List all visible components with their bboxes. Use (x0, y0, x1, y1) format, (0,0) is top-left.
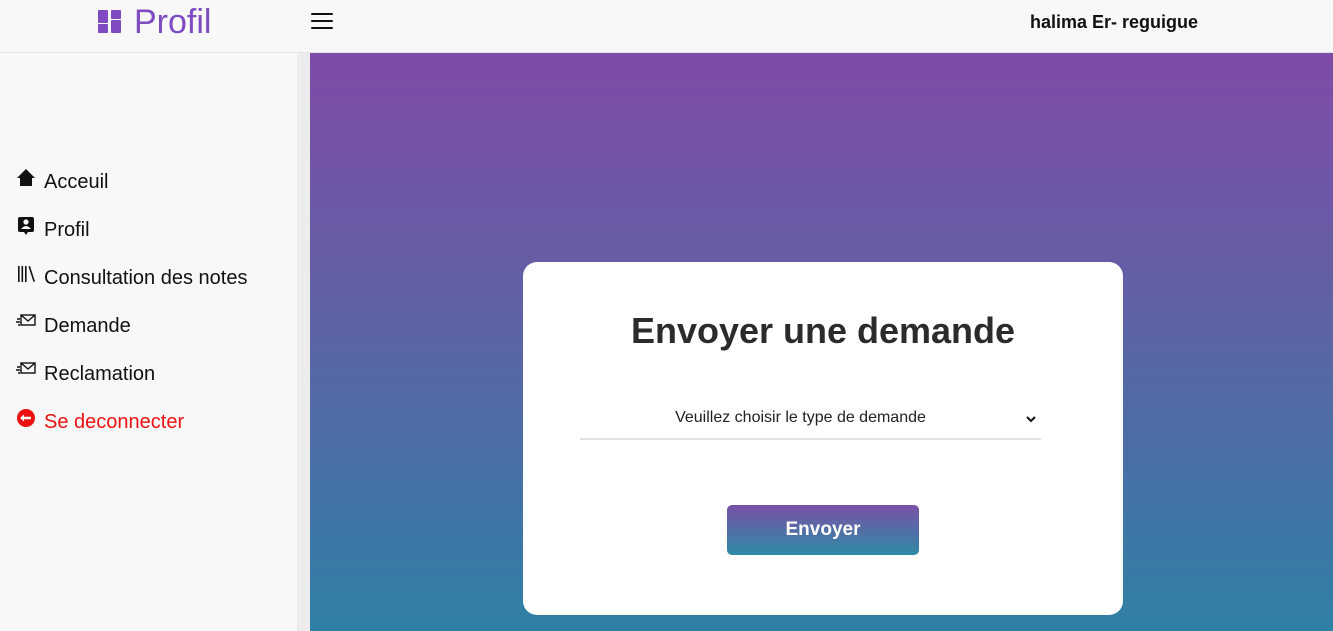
hamburger-icon[interactable] (311, 13, 333, 31)
logout-icon (17, 409, 35, 427)
sidebar-item-label: Demande (44, 314, 131, 337)
sidebar-item-logout[interactable]: Se deconnecter (16, 398, 247, 446)
profile-badge-icon (18, 217, 34, 235)
dashboard-icon (98, 10, 122, 34)
sidebar-item-demande[interactable]: Demande (16, 302, 247, 350)
sidebar-item-profil[interactable]: Profil (16, 206, 247, 254)
sidebar-item-label: Profil (44, 218, 90, 241)
sidebar-item-label: Se deconnecter (44, 410, 185, 433)
submit-button[interactable]: Envoyer (727, 505, 919, 555)
user-name[interactable]: halima Er- reguigue (1030, 12, 1198, 33)
sidebar-nav: Acceuil Profil Consultation des notes De… (16, 158, 247, 446)
mail-send-icon (16, 314, 36, 326)
sidebar-item-acceuil[interactable]: Acceuil (16, 158, 247, 206)
home-icon (17, 169, 35, 186)
sidebar-scrollbar[interactable] (297, 53, 310, 631)
mail-send-icon (16, 362, 36, 374)
library-icon (18, 266, 35, 282)
brand-title: Profil (134, 3, 212, 41)
sidebar-item-label: Reclamation (44, 362, 156, 385)
sidebar-item-label: Acceuil (44, 170, 109, 193)
request-type-select[interactable]: Veuillez choisir le type de demande (580, 402, 1041, 440)
form-title: Envoyer une demande (630, 310, 1016, 351)
sidebar-item-label: Consultation des notes (44, 266, 248, 289)
brand-link[interactable]: Profil (98, 2, 211, 42)
select-value: Veuillez choisir le type de demande (675, 409, 926, 426)
request-form-card: Envoyer une demande Veuillez choisir le … (523, 262, 1123, 615)
sidebar-item-consultation[interactable]: Consultation des notes (16, 254, 247, 302)
sidebar-item-reclamation[interactable]: Reclamation (16, 350, 247, 398)
main-content: Envoyer une demande Veuillez choisir le … (310, 53, 1333, 631)
chevron-down-icon (1026, 416, 1036, 423)
top-header: Profil halima Er- reguigue (0, 0, 1333, 53)
